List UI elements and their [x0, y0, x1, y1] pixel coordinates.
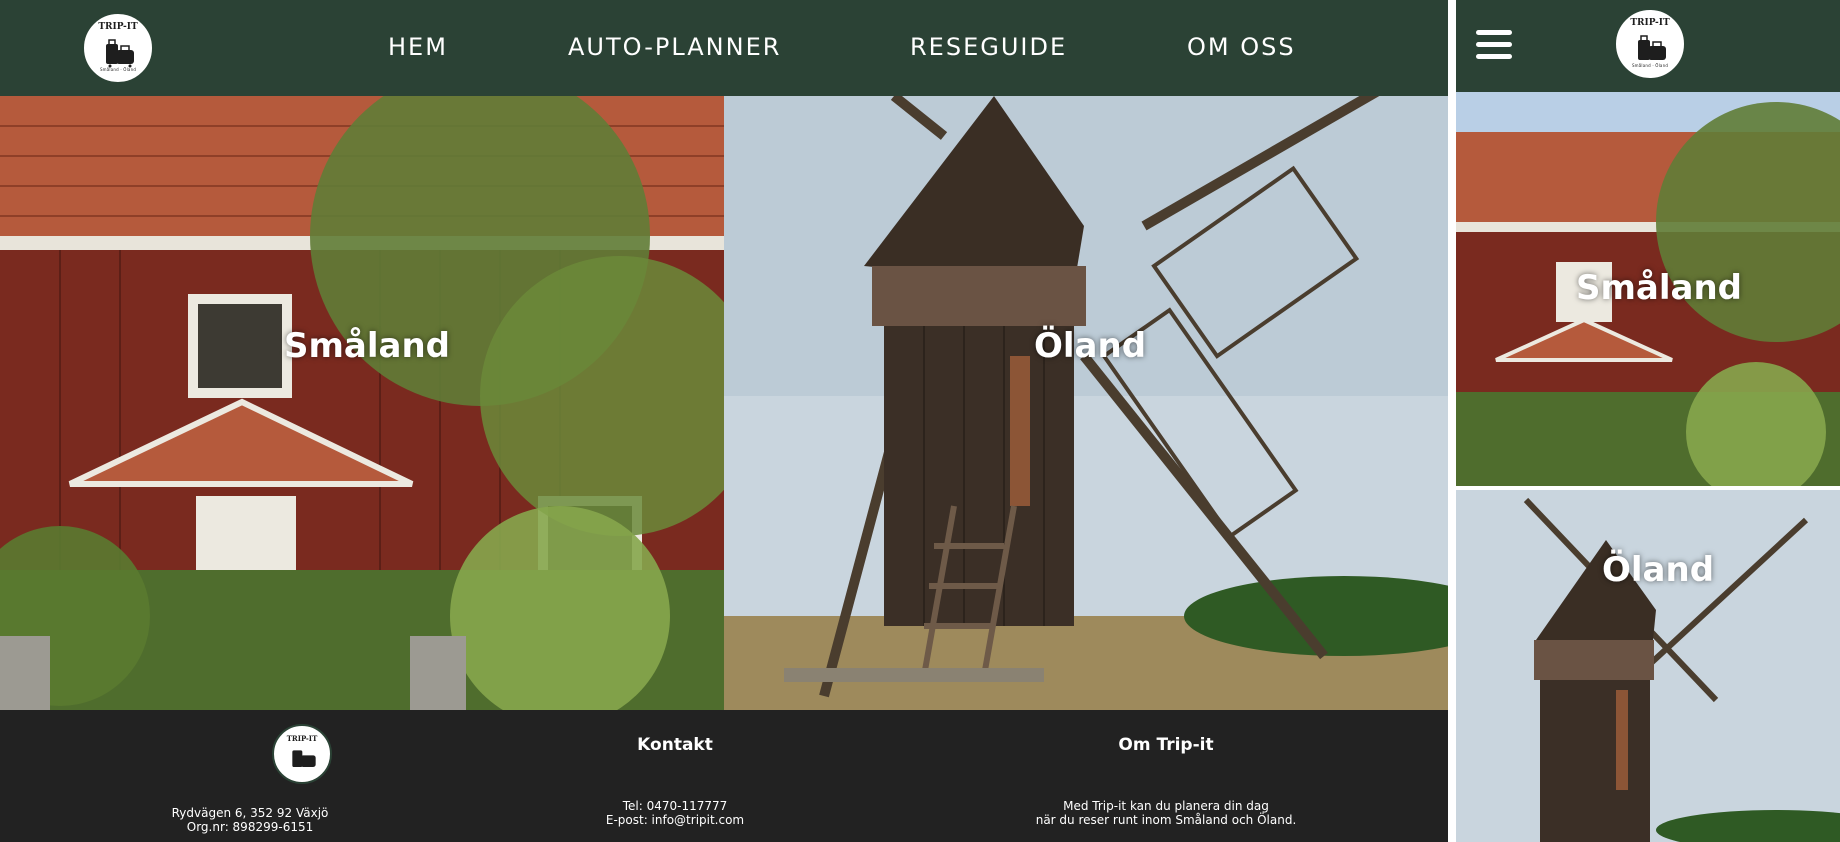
footer-about-line2: när du reser runt inom Småland och Öland…	[1035, 813, 1297, 827]
footer-email[interactable]: E-post: info@tripit.com	[575, 813, 775, 827]
region-card-smaland[interactable]: Småland	[0, 96, 724, 710]
frame-divider	[1448, 0, 1456, 842]
mobile-smaland-title: Småland	[1576, 268, 1742, 308]
oland-windmill-image	[724, 96, 1448, 710]
nav-om-oss[interactable]: OM OSS	[1187, 33, 1296, 61]
mobile-logo-text: TRIP-IT	[1630, 18, 1670, 28]
footer-about-line1: Med Trip-it kan du planera din dag	[1063, 799, 1269, 813]
desktop-view: TRIP-IT Småland · Öland HEM AUTO-PLANNER…	[0, 0, 1448, 842]
footer-phone: Tel: 0470-117777	[622, 799, 728, 813]
logo-text: TRIP-IT	[98, 22, 138, 32]
mobile-brand-logo[interactable]: TRIP-IT Småland · Öland	[1614, 8, 1686, 80]
footer-address: Rydvägen 6, 352 92 Växjö	[171, 806, 329, 820]
mobile-top-navigation: TRIP-IT Småland · Öland	[1456, 0, 1840, 92]
top-navigation: TRIP-IT Småland · Öland HEM AUTO-PLANNER…	[0, 0, 1448, 96]
region-card-oland[interactable]: Öland	[724, 96, 1448, 710]
footer-orgnr: Org.nr: 898299-6151	[186, 820, 314, 834]
footer-luggage-icon	[292, 750, 316, 767]
hamburger-menu-icon[interactable]	[1476, 30, 1512, 60]
site-footer: TRIP-IT Rydvägen 6, 352 92 Växjö Org.nr:…	[0, 710, 1448, 842]
mobile-logo-subtitle: Småland · Öland	[1631, 63, 1669, 68]
oland-title: Öland	[1034, 326, 1147, 366]
mobile-luggage-icon	[1638, 35, 1666, 60]
smaland-title: Småland	[284, 326, 450, 366]
footer-logo[interactable]: TRIP-IT	[272, 724, 332, 784]
luggage-icon	[106, 39, 134, 68]
footer-address-block: TRIP-IT Rydvägen 6, 352 92 Växjö Org.nr:…	[150, 724, 350, 834]
logo-subtitle: Småland · Öland	[99, 67, 137, 72]
nav-auto-planner[interactable]: AUTO-PLANNER	[568, 33, 781, 61]
footer-contact-block: Kontakt Tel: 0470-117777 E-post: info@tr…	[575, 735, 775, 828]
footer-about-block: Om Trip-it Med Trip-it kan du planera di…	[1016, 735, 1316, 828]
mobile-region-card-oland[interactable]: Öland	[1456, 490, 1840, 842]
nav-reseguide[interactable]: RESEGUIDE	[910, 33, 1067, 61]
nav-home[interactable]: HEM	[388, 33, 448, 61]
footer-about-heading: Om Trip-it	[1118, 735, 1214, 755]
mobile-view: TRIP-IT Småland · Öland Småland Öland	[1456, 0, 1840, 842]
smaland-house-image	[0, 96, 724, 710]
mobile-region-card-smaland[interactable]: Småland	[1456, 92, 1840, 486]
brand-logo[interactable]: TRIP-IT Småland · Öland	[82, 12, 154, 84]
mobile-oland-title: Öland	[1602, 550, 1715, 590]
footer-contact-heading: Kontakt	[637, 735, 713, 755]
mobile-oland-image	[1456, 490, 1840, 842]
